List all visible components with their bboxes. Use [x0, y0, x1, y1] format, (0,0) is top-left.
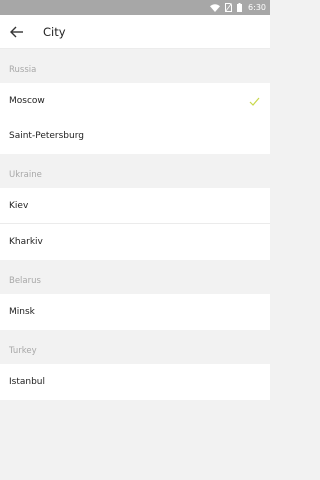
city-row-saint-petersburg[interactable]: Saint-Petersburg	[0, 118, 270, 154]
battery-icon	[237, 3, 243, 12]
city-label: Kiev	[9, 201, 29, 211]
city-row-minsk[interactable]: Minsk	[0, 294, 270, 330]
status-bar: 6:30	[0, 0, 270, 15]
city-row-istanbul[interactable]: Istanbul	[0, 364, 270, 400]
city-row-kiev[interactable]: Kiev	[0, 188, 270, 224]
city-label: Moscow	[9, 96, 45, 106]
section-header-belarus: Belarus	[0, 264, 270, 297]
no-sim-icon	[225, 3, 233, 12]
city-label: Kharkiv	[9, 237, 43, 247]
city-row-kharkiv[interactable]: Kharkiv	[0, 224, 270, 260]
status-time: 6:30	[248, 3, 266, 12]
back-button[interactable]	[0, 15, 34, 49]
arrow-left-icon	[10, 26, 24, 38]
city-label: Istanbul	[9, 377, 46, 387]
app-bar: City	[0, 15, 270, 49]
section-header-ukraine: Ukraine	[0, 158, 270, 191]
city-row-moscow[interactable]: Moscow	[0, 83, 270, 119]
section-header-turkey: Turkey	[0, 334, 270, 367]
city-label: Minsk	[9, 307, 35, 317]
city-label: Saint-Petersburg	[9, 131, 84, 141]
check-icon	[249, 97, 260, 106]
wifi-icon	[210, 3, 221, 12]
page-title: City	[43, 24, 66, 39]
section-header-russia: Russia	[0, 53, 270, 86]
